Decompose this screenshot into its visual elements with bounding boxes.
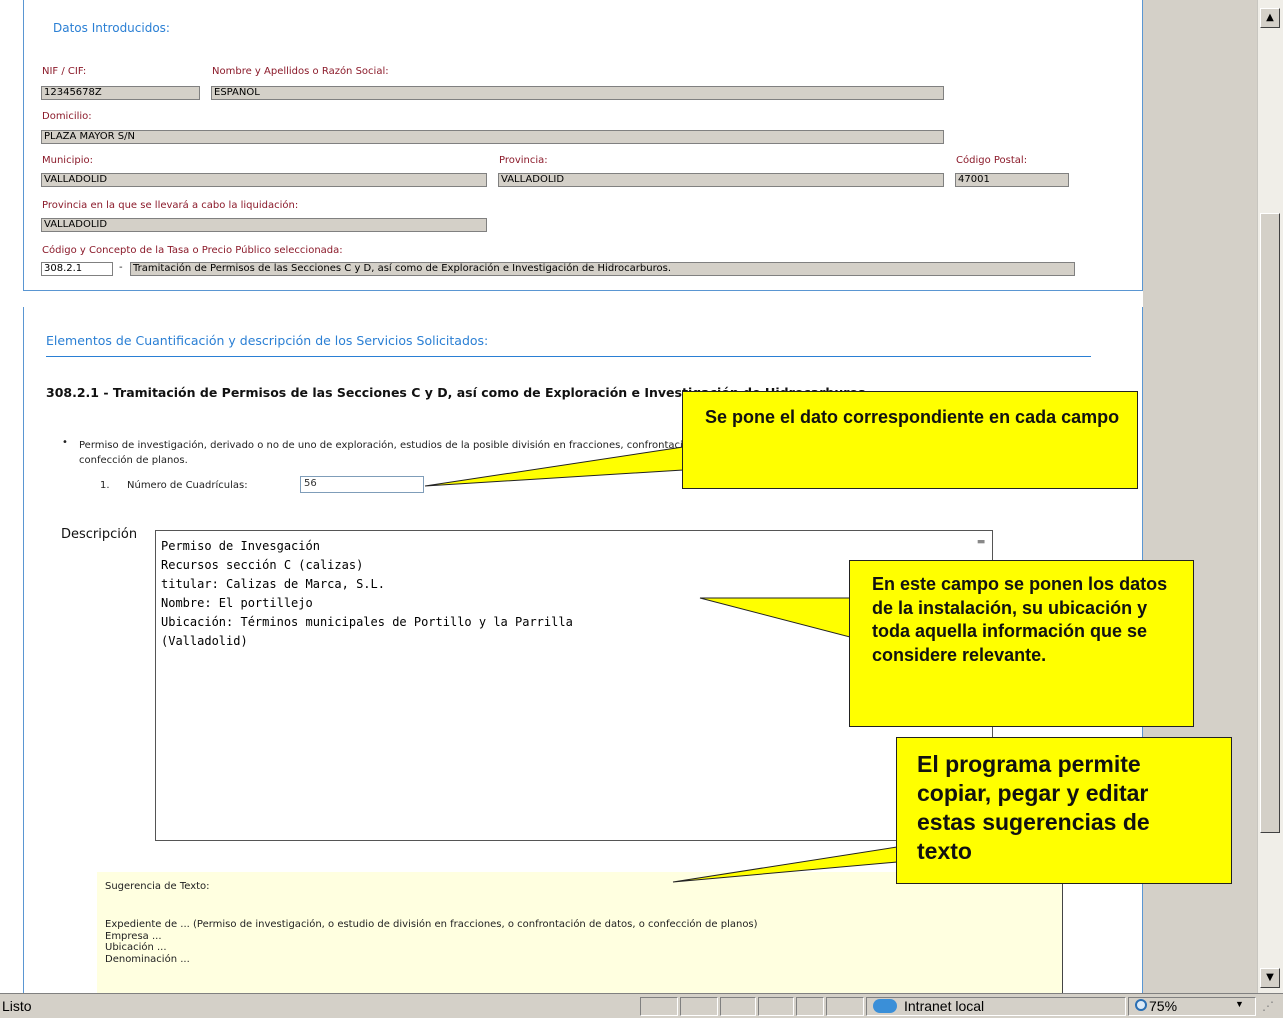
zoom-dropdown-icon[interactable]: ▼ bbox=[1235, 999, 1244, 1009]
status-text: Listo bbox=[2, 998, 32, 1014]
scroll-thumb[interactable] bbox=[1260, 213, 1280, 833]
zoom-text: 75% bbox=[1149, 998, 1178, 1014]
status-pane-1 bbox=[640, 997, 678, 1016]
status-pane-4 bbox=[758, 997, 794, 1016]
status-pane-3 bbox=[720, 997, 756, 1016]
status-pane-5 bbox=[796, 997, 824, 1016]
resize-grip-icon[interactable]: ⋰ bbox=[1262, 999, 1278, 1015]
callout-2: En este campo se ponen los datos de la i… bbox=[849, 560, 1194, 727]
status-bar: Listo Intranet local 75% ▼ ⋰ bbox=[0, 993, 1283, 1018]
status-pane-6 bbox=[826, 997, 864, 1016]
callout-1: Se pone el dato correspondiente en cada … bbox=[682, 391, 1138, 489]
callout-3-text: El programa permite copiar, pegar y edit… bbox=[917, 751, 1150, 864]
page-viewport: Datos Introducidos: NIF / CIF: 12345678Z… bbox=[0, 0, 1257, 993]
magnifier-icon bbox=[1135, 999, 1147, 1011]
zoom-pane[interactable]: 75% ▼ bbox=[1128, 997, 1256, 1016]
scroll-down-button[interactable]: ▼ bbox=[1260, 968, 1280, 988]
callout-1-text: Se pone el dato correspondiente en cada … bbox=[705, 407, 1120, 427]
zone-text: Intranet local bbox=[904, 998, 985, 1014]
scroll-up-button[interactable]: ▲ bbox=[1260, 8, 1280, 28]
status-pane-2 bbox=[680, 997, 718, 1016]
triangle-up-icon: ▲ bbox=[1266, 12, 1274, 23]
vertical-scrollbar[interactable]: ▲ ▼ bbox=[1257, 0, 1283, 993]
globe-icon bbox=[873, 999, 897, 1013]
callout-2-text: En este campo se ponen los datos de la i… bbox=[872, 574, 1168, 665]
triangle-down-icon: ▼ bbox=[1266, 972, 1274, 983]
callout-3: El programa permite copiar, pegar y edit… bbox=[896, 737, 1232, 884]
zone-pane: Intranet local bbox=[866, 997, 1126, 1016]
